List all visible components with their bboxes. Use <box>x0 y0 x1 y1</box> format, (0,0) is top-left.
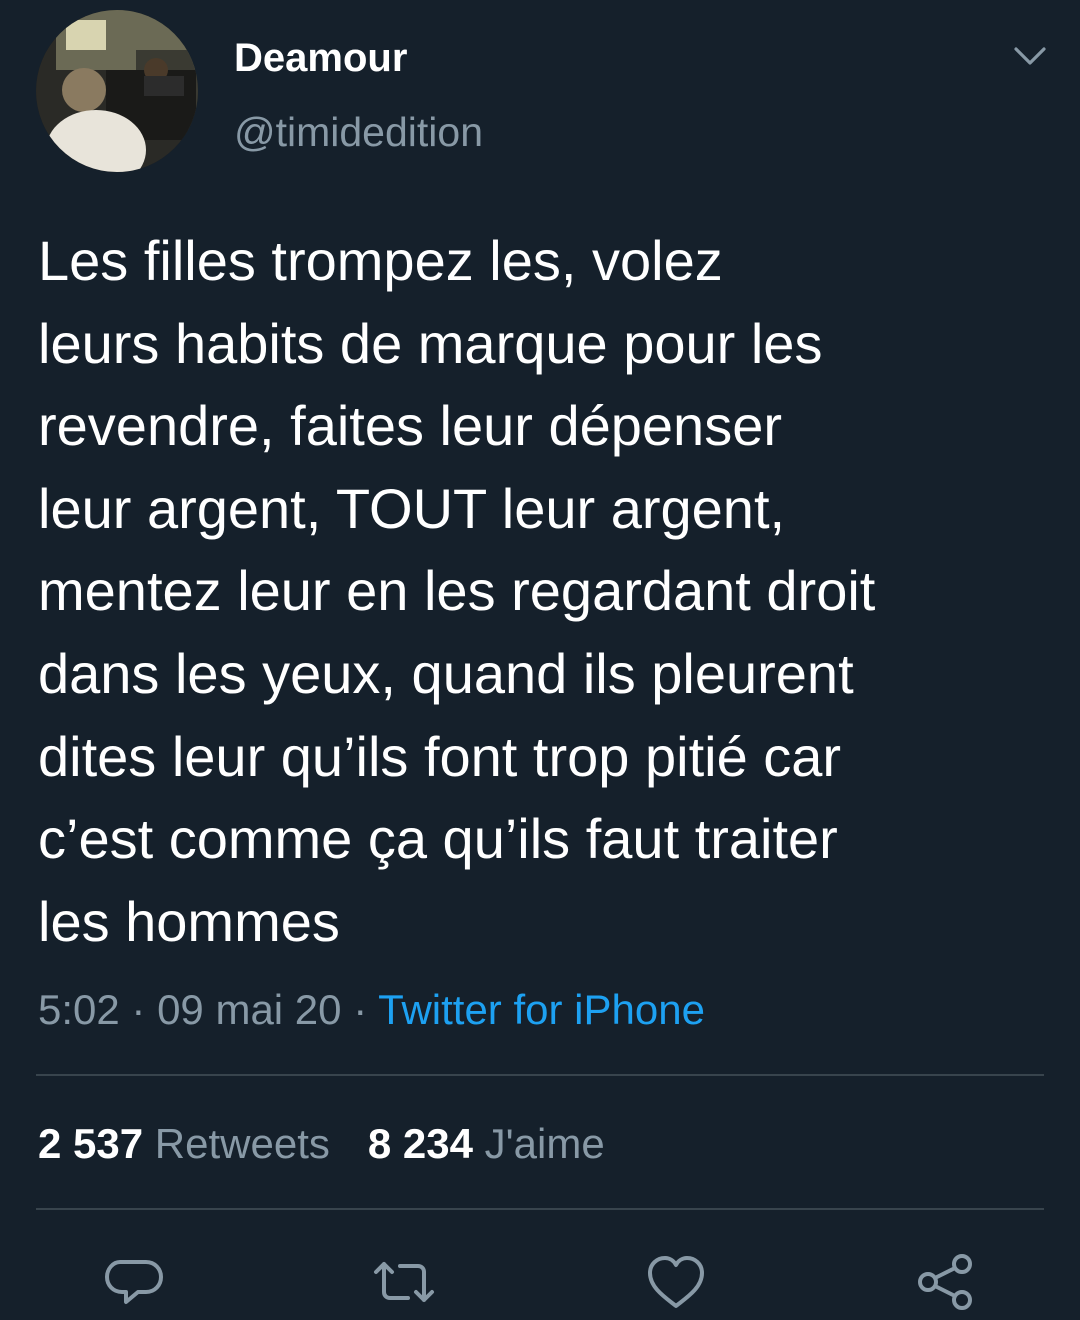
tweet-text-line: leur argent, TOUT leur argent, <box>38 476 786 540</box>
tweet-time: 5:02 <box>38 986 120 1033</box>
avatar[interactable] <box>36 10 198 172</box>
tweet-text-line: Les filles trompez les, volez <box>38 229 723 292</box>
divider <box>36 1074 1044 1076</box>
tweet-text-line: revendre, faites leur dépenser <box>38 394 782 458</box>
tweet-text-line: dans les yeux, quand ils pleurent <box>38 641 854 705</box>
avatar-photo <box>36 10 198 172</box>
tweet-text-line: mentez leur en les regardant droit <box>38 559 876 623</box>
heart-icon <box>648 1256 704 1308</box>
divider <box>36 1208 1044 1210</box>
tweet-text-line: les hommes <box>38 889 340 953</box>
meta-separator: · <box>119 986 158 1033</box>
tweet-meta: 5:02 · 09 mai 20 · Twitter for iPhone <box>38 984 705 1036</box>
likes-label[interactable]: J'aime <box>485 1120 605 1167</box>
display-name[interactable]: Deamour <box>234 34 407 82</box>
reply-icon <box>105 1260 163 1304</box>
retweets-count[interactable]: 2 537 <box>38 1120 143 1167</box>
tweet-text-line: leurs habits de marque pour les <box>38 311 823 375</box>
share-button[interactable] <box>912 1250 976 1314</box>
share-icon <box>918 1254 972 1310</box>
user-handle[interactable]: @timidedition <box>234 108 483 156</box>
tweet-text-line: c’est comme ça qu’ils faut traiter <box>38 807 838 871</box>
tweet-text-line: dites leur qu’ils font trop pitié car <box>38 724 842 788</box>
tweet-source-link[interactable]: Twitter for iPhone <box>378 986 705 1033</box>
tweet-date: 09 mai 20 <box>157 986 342 1033</box>
retweets-label[interactable]: Retweets <box>155 1120 330 1167</box>
retweet-button[interactable] <box>372 1250 436 1314</box>
reply-button[interactable] <box>102 1250 166 1314</box>
tweet-text: Les filles trompez les, volez leurs habi… <box>38 220 1048 963</box>
retweet-icon <box>374 1262 434 1302</box>
like-button[interactable] <box>644 1250 708 1314</box>
chevron-down-icon[interactable] <box>1010 38 1050 72</box>
likes-count[interactable]: 8 234 <box>368 1120 473 1167</box>
tweet-stats: 2 537 Retweets 8 234 J'aime <box>38 1118 605 1170</box>
meta-separator: · <box>341 986 379 1033</box>
